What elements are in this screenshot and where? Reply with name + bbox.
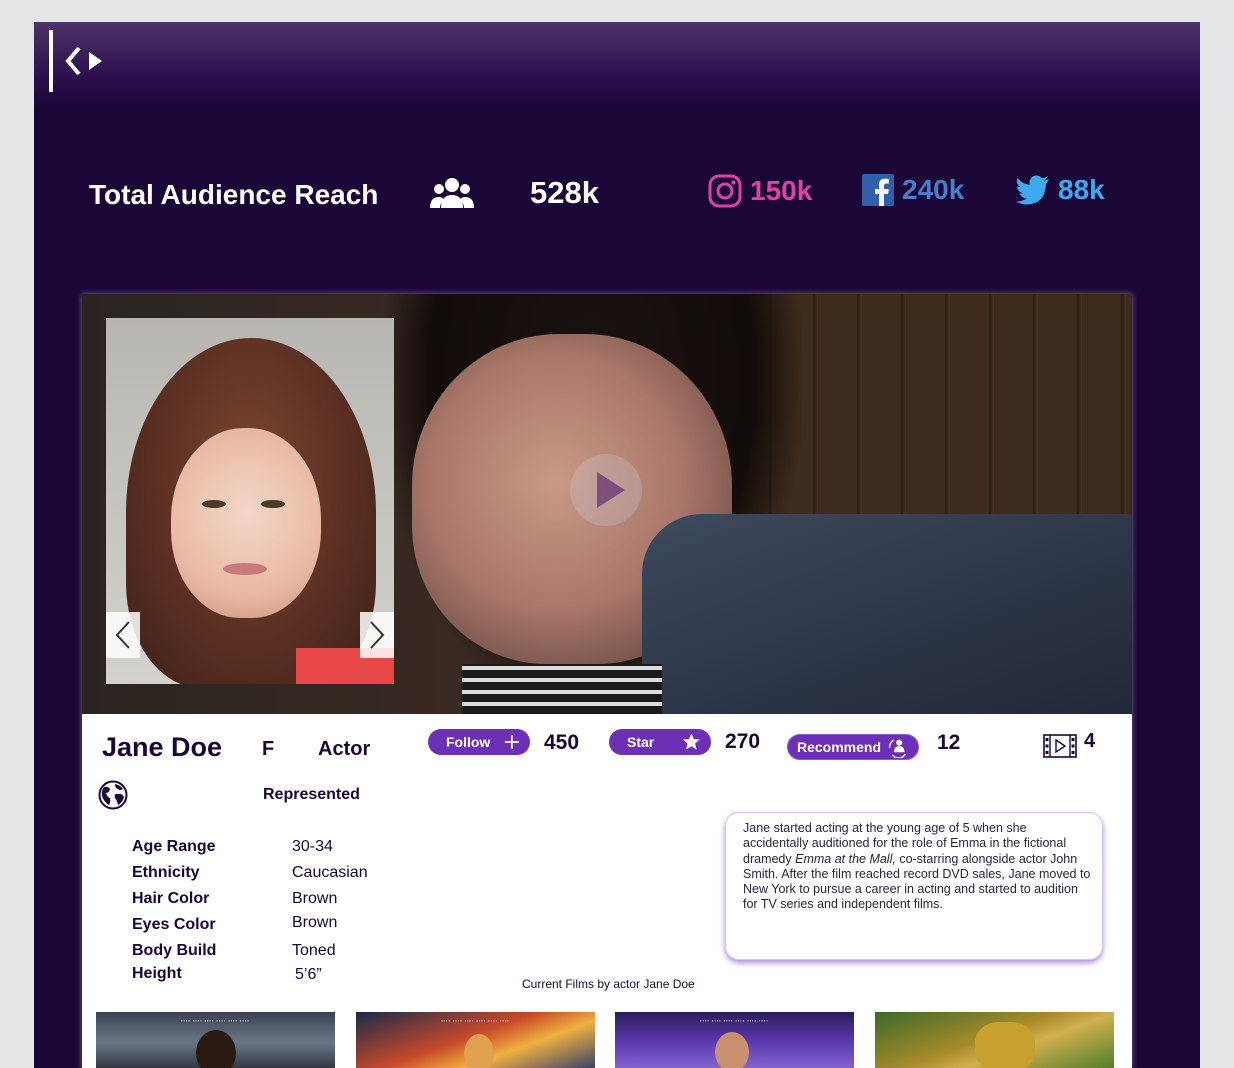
- twitter-reach[interactable]: 88k: [1016, 174, 1105, 206]
- attr-label-hair-color: Hair Color: [132, 890, 210, 907]
- poster-figure: [715, 1032, 749, 1068]
- actor-profile-card: Jane Doe F Actor Follow 450 Star 270 Rec…: [82, 294, 1132, 1068]
- film-reel-icon[interactable]: [1043, 734, 1077, 758]
- audience-icon: [430, 178, 474, 208]
- follow-count: 450: [544, 731, 580, 754]
- poster-credits: ▪▪▪▪ ▪▪▪▪ ▪▪▪▪ ▪▪▪▪ ▪▪▪▪ ▪▪▪▪: [181, 1018, 250, 1023]
- instagram-reach[interactable]: 150k: [708, 174, 812, 208]
- play-icon[interactable]: [570, 454, 642, 526]
- poster-credits: ▪▪▪▪ ▪▪▪▪ ▪▪▪▪ ▪▪▪▪ ▪▪▪▪ ▪▪▪▪: [441, 1018, 510, 1023]
- audience-reach-total: 528k: [530, 175, 599, 210]
- attr-value-eyes-color: Brown: [292, 914, 338, 931]
- poster-figure: [975, 1022, 1035, 1068]
- attr-value-ethnicity: Caucasian: [292, 864, 368, 881]
- actor-role: Actor: [318, 738, 371, 760]
- headshot-photo: [106, 318, 394, 684]
- instagram-icon: [708, 174, 742, 208]
- film-poster[interactable]: ▪▪▪▪ ▪▪▪▪ ▪▪▪▪ ▪▪▪▪ ▪▪▪▪ ▪▪▪▪: [615, 1012, 854, 1068]
- film-poster[interactable]: ▪▪▪▪ ▪▪▪▪ ▪▪▪▪ ▪▪▪▪ ▪▪▪▪ ▪▪▪▪: [96, 1012, 335, 1068]
- attr-value-age-range: 30-34: [292, 838, 333, 855]
- follow-label: Follow: [446, 734, 491, 750]
- headshot-face: [171, 428, 321, 618]
- facebook-icon: [862, 174, 894, 206]
- twitter-count: 88k: [1058, 174, 1105, 205]
- previous-photo-button[interactable]: [106, 612, 140, 658]
- instagram-count: 150k: [750, 175, 813, 206]
- headshot-eye-right: [261, 500, 285, 508]
- chevron-left-icon: [115, 621, 130, 649]
- chevron-right-icon: [370, 621, 385, 649]
- representation-status: Represented: [263, 786, 360, 803]
- star-label: Star: [627, 734, 655, 750]
- star-count: 270: [725, 730, 761, 753]
- recommend-button[interactable]: Recommend: [787, 734, 919, 760]
- headshot-lips: [223, 563, 267, 575]
- next-photo-button[interactable]: [360, 612, 394, 658]
- headshot-eye-left: [202, 500, 226, 508]
- logo-icon[interactable]: [46, 30, 106, 92]
- star-button[interactable]: Star: [609, 729, 711, 755]
- recommend-count: 12: [937, 731, 961, 754]
- films-count: 4: [1084, 730, 1096, 752]
- current-films-caption: Current Films by actor Jane Doe: [522, 977, 695, 991]
- twitter-icon: [1016, 175, 1049, 205]
- poster-figure: [196, 1030, 236, 1068]
- attr-label-body-build: Body Build: [132, 942, 217, 959]
- facebook-reach[interactable]: 240k: [862, 174, 964, 206]
- attr-value-height: 5’6”: [295, 966, 322, 983]
- facebook-count: 240k: [902, 174, 965, 205]
- film-poster[interactable]: ▪▪▪▪ ▪▪▪▪ ▪▪▪▪ ▪▪▪▪ ▪▪▪▪ ▪▪▪▪: [356, 1012, 595, 1068]
- globe-icon: [98, 780, 128, 810]
- video-subject-jacket: [642, 514, 1132, 714]
- recommend-label: Recommend: [797, 739, 882, 755]
- poster-credits: ▪▪▪▪ ▪▪▪▪ ▪▪▪▪ ▪▪▪▪ ▪▪▪▪ ▪▪▪▪: [700, 1018, 769, 1023]
- app-window: Total Audience Reach 528k 150k 240k 88k: [34, 22, 1200, 1068]
- bio-film-title: Emma at the Mall,: [795, 851, 900, 866]
- star-icon: [683, 733, 701, 750]
- actor-name: Jane Doe: [102, 732, 223, 762]
- reel-video-player[interactable]: [82, 294, 1132, 714]
- attr-value-body-build: Toned: [292, 942, 336, 959]
- video-subject-shirt: [462, 664, 662, 714]
- plus-icon: [505, 735, 520, 749]
- attr-value-hair-color: Brown: [292, 890, 338, 907]
- follow-button[interactable]: Follow: [428, 729, 530, 755]
- film-poster[interactable]: [875, 1012, 1114, 1068]
- audience-reach-title: Total Audience Reach: [89, 179, 379, 210]
- poster-figure: [464, 1034, 494, 1068]
- top-bar: [34, 22, 1200, 108]
- actor-gender: F: [262, 738, 275, 760]
- bio-text-box: Jane started acting at the young age of …: [725, 812, 1103, 960]
- attr-label-age-range: Age Range: [132, 838, 216, 855]
- attr-label-ethnicity: Ethnicity: [132, 864, 200, 881]
- attr-label-eyes-color: Eyes Color: [132, 916, 216, 933]
- recommend-icon: [888, 739, 906, 758]
- attr-label-height: Height: [132, 965, 182, 982]
